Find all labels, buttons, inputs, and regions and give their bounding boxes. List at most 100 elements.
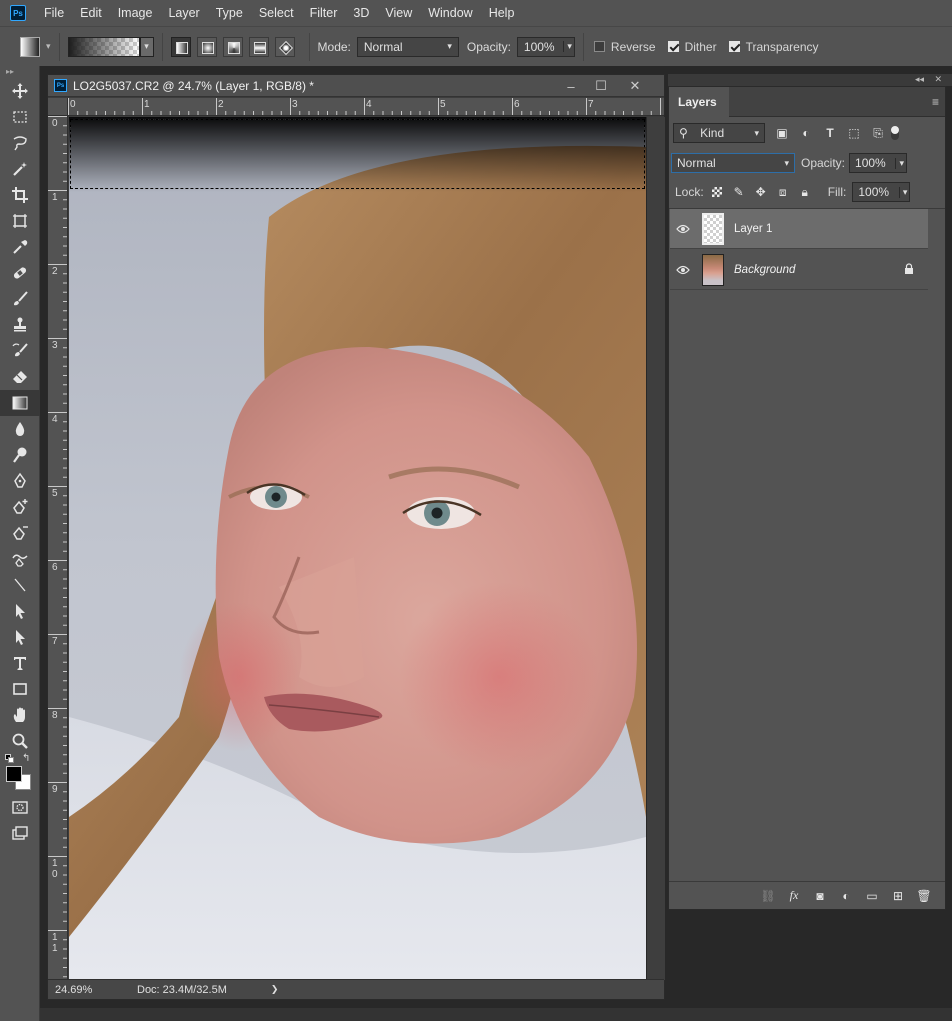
pixel-filter-icon[interactable]: ▣ bbox=[773, 124, 791, 142]
visibility-eye-icon[interactable] bbox=[670, 224, 696, 234]
pen-variant-icon[interactable] bbox=[0, 520, 40, 546]
reverse-checkbox[interactable]: Reverse bbox=[593, 40, 656, 54]
collapse-panels-icon[interactable]: ◂◂ bbox=[915, 74, 924, 85]
clone-stamp-icon[interactable] bbox=[0, 312, 40, 338]
move-icon[interactable] bbox=[0, 78, 40, 104]
layer-opacity-input[interactable]: 100% ▾ bbox=[849, 153, 908, 173]
menu-filter[interactable]: Filter bbox=[302, 0, 346, 26]
tab-layers[interactable]: Layers bbox=[669, 87, 729, 117]
vertical-scrollbar[interactable] bbox=[647, 117, 665, 980]
transparency-checkbox-box[interactable] bbox=[728, 41, 740, 52]
foreground-color-swatch[interactable] bbox=[6, 766, 22, 782]
layer-name[interactable]: Background bbox=[734, 264, 795, 276]
menu-help[interactable]: Help bbox=[481, 0, 523, 26]
horizontal-ruler[interactable]: 0 1 2 3 4 5 6 7 bbox=[68, 98, 664, 116]
crop-icon[interactable] bbox=[0, 182, 40, 208]
ruler-origin[interactable] bbox=[48, 98, 68, 116]
lock-artboard-icon[interactable]: ⧈ bbox=[774, 183, 792, 201]
portrait-photo[interactable] bbox=[69, 117, 646, 980]
zoom-icon[interactable] bbox=[0, 728, 40, 754]
layer-row-background[interactable]: Background bbox=[670, 250, 928, 290]
lock-position-icon[interactable]: ✥ bbox=[752, 183, 770, 201]
menu-window[interactable]: Window bbox=[420, 0, 480, 26]
radial-gradient-button[interactable] bbox=[196, 36, 217, 57]
chevron-down-icon[interactable]: ▾ bbox=[563, 41, 572, 52]
dither-checkbox-box[interactable] bbox=[667, 41, 679, 52]
menu-layer[interactable]: Layer bbox=[160, 0, 207, 26]
minimize-icon[interactable]: – bbox=[556, 75, 586, 97]
fill-input[interactable]: 100% ▾ bbox=[852, 182, 911, 202]
frame-icon[interactable] bbox=[0, 208, 40, 234]
chevron-down-icon[interactable]: ▾ bbox=[898, 186, 907, 198]
magic-wand-icon[interactable] bbox=[0, 156, 40, 182]
reverse-checkbox-box[interactable] bbox=[593, 41, 605, 52]
fx-icon[interactable]: fx bbox=[781, 886, 807, 906]
linear-gradient-button[interactable] bbox=[170, 36, 191, 57]
direct-selection-icon[interactable] bbox=[0, 624, 40, 650]
blend-mode-select[interactable]: Normal ▾ bbox=[671, 153, 795, 173]
history-brush-icon[interactable] bbox=[0, 338, 40, 364]
path-selection-icon[interactable] bbox=[0, 598, 40, 624]
menu-edit[interactable]: Edit bbox=[72, 0, 110, 26]
layer-name[interactable]: Layer 1 bbox=[734, 223, 772, 235]
menu-file[interactable]: File bbox=[36, 0, 72, 26]
gradient-icon[interactable] bbox=[0, 390, 40, 416]
menu-type[interactable]: Type bbox=[208, 0, 251, 26]
vertical-ruler[interactable]: 0 1 2 3 4 5 6 7 8 9 1 0 1 1 bbox=[48, 116, 68, 979]
screen-mode-icon[interactable] bbox=[0, 820, 40, 846]
hand-icon[interactable] bbox=[0, 702, 40, 728]
eraser-icon[interactable] bbox=[0, 364, 40, 390]
filter-kind-select[interactable]: ⚲ Kind ▾ bbox=[673, 123, 765, 143]
dither-checkbox[interactable]: Dither bbox=[667, 40, 717, 54]
visibility-eye-icon[interactable] bbox=[670, 265, 696, 275]
swap-colors-icon[interactable]: ↰ bbox=[22, 754, 32, 764]
default-colors-icon[interactable] bbox=[5, 754, 15, 764]
lock-all-icon[interactable]: 🔒︎ bbox=[796, 183, 814, 201]
eyedropper-icon[interactable] bbox=[0, 234, 40, 260]
chevron-down-icon[interactable]: ▾ bbox=[46, 41, 51, 52]
lock-image-pixels-icon[interactable]: ✎ bbox=[730, 183, 748, 201]
maximize-icon[interactable]: ☐ bbox=[586, 75, 616, 97]
brush-icon[interactable] bbox=[0, 286, 40, 312]
zoom-level[interactable]: 24.69% bbox=[55, 984, 125, 996]
chevron-down-icon[interactable]: ▾ bbox=[895, 157, 904, 169]
menu-image[interactable]: Image bbox=[110, 0, 161, 26]
link-layers-icon[interactable]: ⛓ bbox=[755, 886, 781, 906]
mode-select[interactable]: Normal ▾ bbox=[356, 36, 459, 57]
menu-select[interactable]: Select bbox=[251, 0, 302, 26]
diamond-gradient-button[interactable] bbox=[274, 36, 295, 57]
layer-row-layer-1[interactable]: Layer 1 bbox=[670, 209, 928, 249]
gradient-preview[interactable] bbox=[67, 36, 140, 57]
layer-thumbnail[interactable] bbox=[702, 253, 724, 286]
quick-mask-icon[interactable] bbox=[0, 794, 40, 820]
adjustment-filter-icon[interactable]: ◐ bbox=[797, 124, 815, 142]
canvas-area[interactable] bbox=[69, 117, 665, 980]
reflected-gradient-button[interactable] bbox=[248, 36, 269, 57]
new-group-icon[interactable]: ▭ bbox=[859, 886, 885, 906]
status-menu-arrow-icon[interactable]: ❯ bbox=[271, 984, 279, 995]
delete-layer-icon[interactable]: 🗑︎ bbox=[911, 886, 937, 906]
rectangle-icon[interactable] bbox=[0, 676, 40, 702]
lasso-icon[interactable] bbox=[0, 130, 40, 156]
add-anchor-icon[interactable] bbox=[0, 494, 40, 520]
gradient-dropdown-button[interactable]: ▾ bbox=[139, 36, 154, 57]
shape-filter-icon[interactable]: ⬚ bbox=[845, 124, 863, 142]
new-layer-icon[interactable]: ⊞ bbox=[885, 886, 911, 906]
close-panel-icon[interactable]: ✕ bbox=[934, 74, 942, 85]
new-adjustment-layer-icon[interactable]: ◐ bbox=[833, 886, 859, 906]
filter-toggle[interactable] bbox=[891, 126, 899, 140]
document-titlebar[interactable]: Ps LO2G5037.CR2 @ 24.7% (Layer 1, RGB/8)… bbox=[48, 75, 664, 97]
layer-thumbnail[interactable] bbox=[702, 212, 724, 245]
transparency-checkbox[interactable]: Transparency bbox=[728, 40, 819, 54]
opacity-input[interactable]: 100% ▾ bbox=[516, 36, 575, 57]
marquee-icon[interactable] bbox=[0, 104, 40, 130]
type-filter-icon[interactable]: T bbox=[821, 124, 839, 142]
blur-icon[interactable] bbox=[0, 416, 40, 442]
pen-icon[interactable] bbox=[0, 468, 40, 494]
panel-menu-icon[interactable]: ≡ bbox=[932, 95, 939, 109]
close-icon[interactable]: ✕ bbox=[620, 75, 650, 97]
angle-gradient-button[interactable] bbox=[222, 36, 243, 57]
lock-transparent-icon[interactable] bbox=[708, 183, 726, 201]
tool-preset-picker[interactable] bbox=[20, 36, 40, 57]
collapse-toolbar-icon[interactable]: ▸▸ bbox=[0, 66, 39, 78]
